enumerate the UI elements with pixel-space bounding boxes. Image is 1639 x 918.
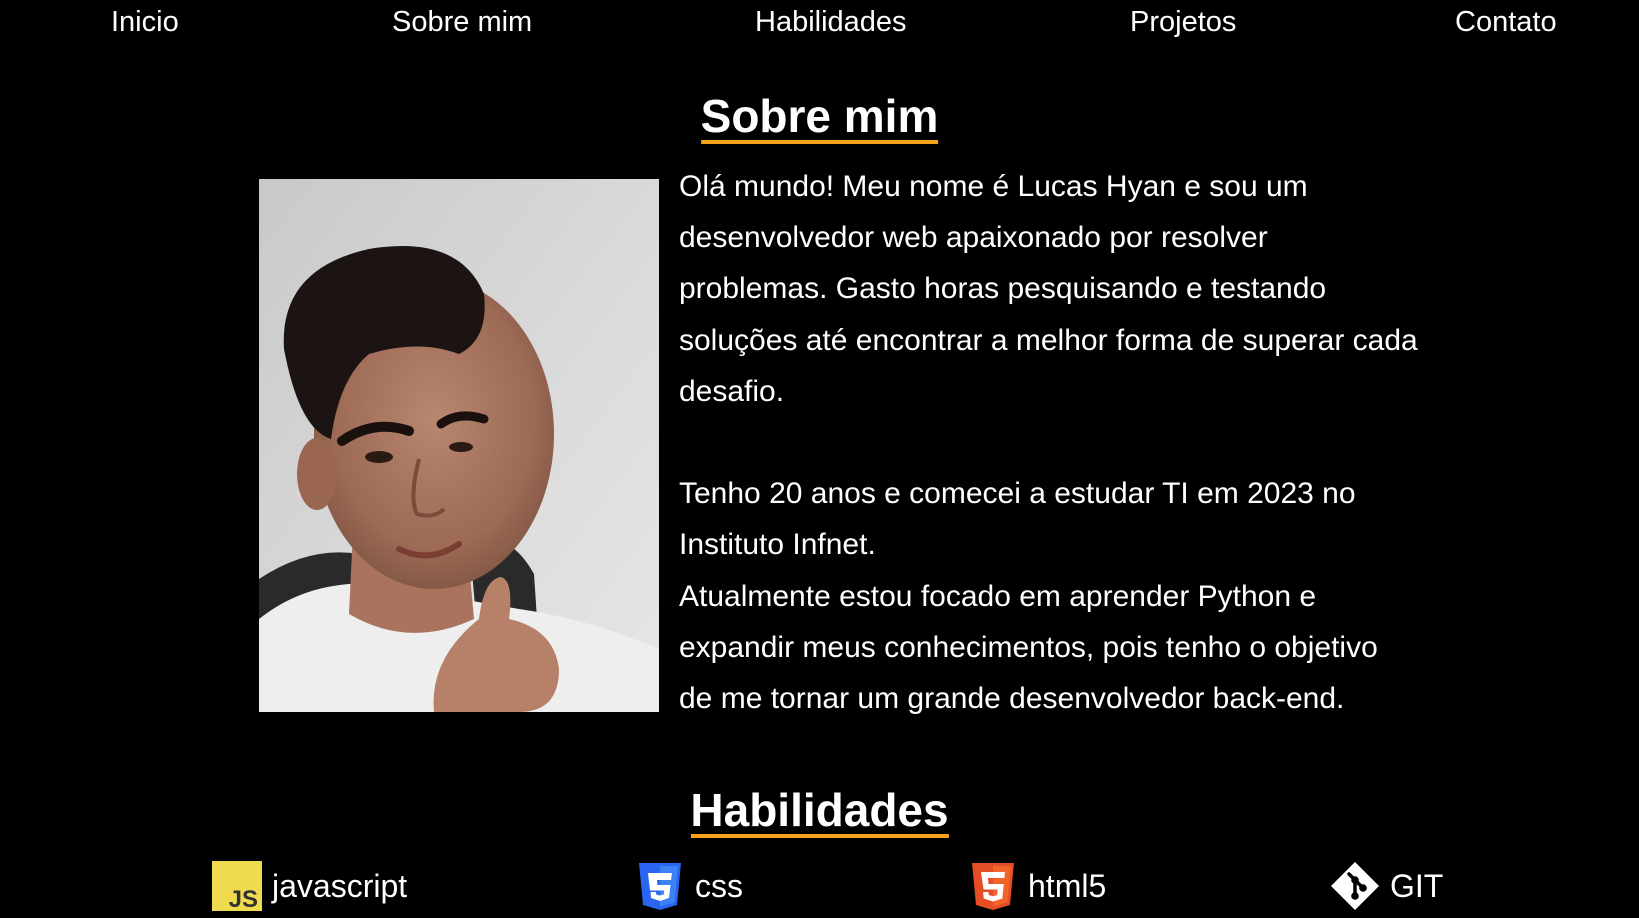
nav-link-contato[interactable]: Contato [1455,6,1557,39]
bio-paragraph-focus: Atualmente estou focado em aprender Pyth… [679,579,1378,716]
skill-label-git: GIT [1390,867,1444,904]
skill-git: GIT [1330,861,1443,911]
skill-html5: html5 [968,861,1106,911]
top-navigation: Inicio Sobre mim Habilidades Projetos Co… [0,0,1639,50]
nav-link-habilidades[interactable]: Habilidades [755,6,907,39]
html5-icon [968,861,1018,911]
nav-link-projetos[interactable]: Projetos [1130,6,1236,39]
skill-label-html5: html5 [1028,867,1107,904]
git-icon [1330,861,1380,911]
svg-text:JS: JS [229,886,258,911]
skills-section-title: Habilidades [690,786,949,839]
css3-icon [635,861,685,911]
bio-paragraph-intro: Olá mundo! Meu nome é Lucas Hyan e sou u… [679,170,1418,408]
profile-photo [259,179,659,712]
javascript-icon: JS [212,861,262,913]
bio-paragraph-age: Tenho 20 anos e comecei a estudar TI em … [679,477,1356,562]
nav-link-sobre-mim[interactable]: Sobre mim [392,6,532,39]
skill-label-javascript: javascript [272,867,408,904]
skill-javascript: JS javascript [212,861,408,913]
about-section-title: Sobre mim [700,92,939,145]
nav-link-inicio[interactable]: Inicio [111,6,179,39]
about-bio: Olá mundo! Meu nome é Lucas Hyan e sou u… [679,161,1419,724]
skill-css: css [635,861,743,911]
skill-label-css: css [695,867,743,904]
